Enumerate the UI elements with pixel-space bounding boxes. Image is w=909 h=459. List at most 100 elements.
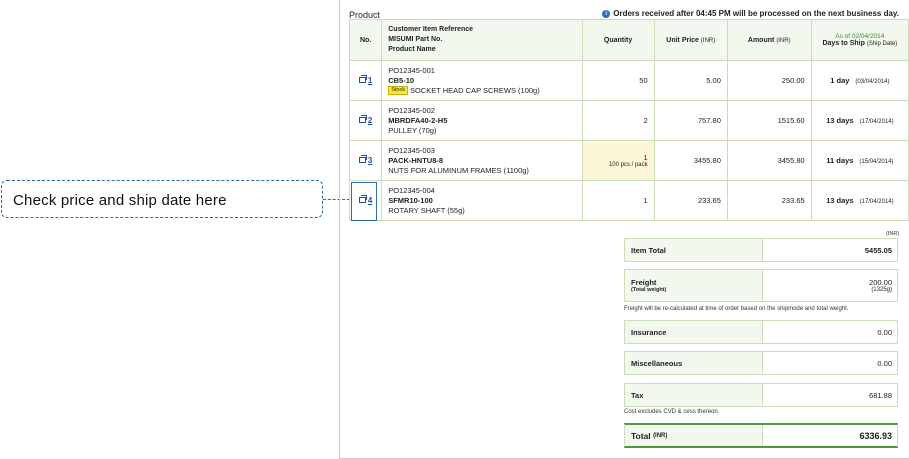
header-amount-currency: (INR)	[776, 37, 791, 44]
quantity-cell: 1	[581, 180, 655, 221]
row-no-cell: 1	[348, 60, 383, 101]
part-number: SFMR10-100	[388, 195, 433, 205]
total-label: Total	[631, 430, 651, 441]
customer-reference: PO12345-004	[388, 185, 435, 195]
days-to-ship-cell: 11 days (15/04/2014)	[810, 140, 909, 181]
ship-date: (17/04/2014)	[859, 119, 894, 125]
header-amount: Amount (INR)	[726, 19, 812, 61]
totals-currency: (INR)	[886, 231, 900, 237]
misc-value: 0.00	[877, 358, 892, 368]
insurance-row: Insurance 0.00	[624, 320, 898, 344]
freight-row: Freight (Total weight) 200.00 (1325g)	[624, 269, 898, 302]
header-quantity: Quantity	[581, 19, 655, 61]
row-detail-link[interactable]: 3	[358, 155, 373, 165]
row-reference-cell: PO12345-004 SFMR10-100 ROTARY SHAFT (55g…	[381, 180, 583, 221]
tax-label: Tax	[625, 384, 763, 406]
insurance-label: Insurance	[625, 321, 763, 343]
unit-price-cell: 5.00	[653, 60, 728, 101]
as-of-date: As of 02/04/2014	[835, 33, 885, 40]
grand-total-row: Total (INR) 6336.93	[624, 423, 898, 448]
quantity-cell: 2	[581, 100, 655, 141]
freight-value: 200.00	[869, 278, 892, 287]
popup-window-icon	[358, 115, 367, 124]
ship-date: (17/04/2014)	[859, 199, 894, 205]
row-reference-cell: PO12345-001 CB5-10 Stock SOCKET HEAD CAP …	[381, 60, 583, 101]
customer-reference: PO12345-003	[388, 145, 435, 155]
item-total-value: 5455.05	[864, 245, 892, 255]
row-no-cell: 3	[348, 140, 383, 181]
freight-label-cell: Freight (Total weight)	[625, 270, 763, 301]
table-row: 2 PO12345-002 MBRDFA40-2-H5 PULLEY (70g)…	[348, 100, 909, 141]
row-4-highlight	[351, 182, 377, 221]
amount-cell: 233.65	[726, 180, 812, 221]
header-days-to-ship: As of 02/04/2014 Days to Ship (Ship Date…	[810, 19, 909, 61]
amount-cell: 1515.60	[726, 100, 812, 141]
popup-window-icon	[358, 75, 367, 84]
row-detail-link[interactable]: 2	[358, 115, 372, 125]
ship-date: (03/04/2014)	[855, 79, 890, 85]
callout-box: Check price and ship date here	[1, 180, 323, 218]
quantity-cell: 1 100 pcs / pack	[581, 140, 655, 181]
header-days-sub: (Ship Date)	[866, 41, 898, 47]
header-ref-line3: Product Name	[388, 46, 436, 53]
table-row: 1 PO12345-001 CB5-10 Stock SOCKET HEAD CA…	[348, 60, 909, 101]
header-amount-label: Amount	[747, 36, 775, 44]
tax-note: Cost excludes CVD & cess thereon.	[624, 409, 720, 415]
item-total-row: Item Total 5455.05	[624, 238, 898, 262]
amount-cell: 250.00	[726, 60, 812, 101]
tax-row: Tax 681.88	[624, 383, 898, 407]
ship-date: (15/04/2014)	[859, 159, 894, 165]
total-label-cell: Total (INR)	[625, 425, 763, 446]
callout-text: Check price and ship date here	[13, 192, 227, 209]
row-reference-cell: PO12345-002 MBRDFA40-2-H5 PULLEY (70g)	[381, 100, 583, 141]
customer-reference: PO12345-001	[388, 65, 435, 75]
freight-sub-label: (Total weight)	[631, 287, 667, 293]
pack-size: 100 pcs / pack	[608, 162, 648, 168]
business-day-notice: i Orders received after 04:45 PM will be…	[602, 9, 899, 18]
table-row: 3 PO12345-003 PACK-HNTU8-8 NUTS FOR ALUM…	[348, 140, 909, 181]
table-row: 4 PO12345-004 SFMR10-100 ROTARY SHAFT (5…	[348, 180, 909, 221]
unit-price-cell: 757.80	[653, 100, 728, 141]
table-header-row: No. Customer Item Reference MISUMI Part …	[348, 19, 909, 61]
quantity-value: 1	[643, 153, 648, 162]
header-no: No.	[348, 19, 383, 61]
product-name: PULLEY (70g)	[388, 125, 437, 135]
days-to-ship-cell: 13 days (17/04/2014)	[810, 180, 909, 221]
popup-window-icon	[358, 155, 367, 164]
days-to-ship-cell: 1 day (03/04/2014)	[810, 60, 909, 101]
part-number: PACK-HNTU8-8	[388, 155, 444, 165]
total-value: 6336.93	[859, 430, 892, 441]
row-detail-link[interactable]: 1	[358, 75, 373, 85]
header-ref-line2: MISUMI Part No.	[388, 36, 443, 43]
misc-label: Miscellaneous	[625, 352, 763, 374]
info-icon: i	[602, 9, 611, 18]
freight-value-cell: 200.00 (1325g)	[763, 270, 897, 301]
header-unit-price-label: Unit Price	[666, 36, 699, 44]
row-number: 1	[367, 75, 373, 85]
part-number: CB5-10	[388, 75, 415, 85]
days-to-ship-cell: 13 days (17/04/2014)	[810, 100, 909, 141]
insurance-value: 0.00	[877, 327, 892, 337]
freight-label: Freight	[631, 278, 657, 287]
header-reference: Customer Item Reference MISUMI Part No. …	[381, 19, 583, 61]
header-unit-price: Unit Price (INR)	[653, 19, 728, 61]
product-name: SOCKET HEAD CAP SCREWS (100g)	[409, 85, 540, 95]
order-table: No. Customer Item Reference MISUMI Part …	[348, 19, 909, 221]
header-ref-line1: Customer Item Reference	[388, 26, 474, 33]
notice-text: Orders received after 04:45 PM will be p…	[613, 9, 899, 18]
header-unit-price-currency: (INR)	[700, 37, 716, 44]
freight-note: Freight will be re-calculated at time of…	[624, 306, 849, 312]
unit-price-cell: 233.65	[653, 180, 728, 221]
freight-weight: (1325g)	[871, 287, 892, 293]
item-total-label: Item Total	[625, 239, 763, 261]
product-name: NUTS FOR ALUMINUM FRAMES (1100g)	[388, 165, 529, 175]
days-to-ship: 11 days	[826, 156, 854, 165]
amount-cell: 3455.80	[726, 140, 812, 181]
days-to-ship: 13 days	[826, 116, 854, 125]
row-number: 3	[367, 155, 373, 165]
days-to-ship: 13 days	[826, 196, 854, 205]
part-number: MBRDFA40-2-H5	[388, 115, 448, 125]
total-currency: (INR)	[653, 432, 668, 439]
header-days-label: Days to Ship	[822, 40, 865, 47]
customer-reference: PO12345-002	[388, 105, 435, 115]
